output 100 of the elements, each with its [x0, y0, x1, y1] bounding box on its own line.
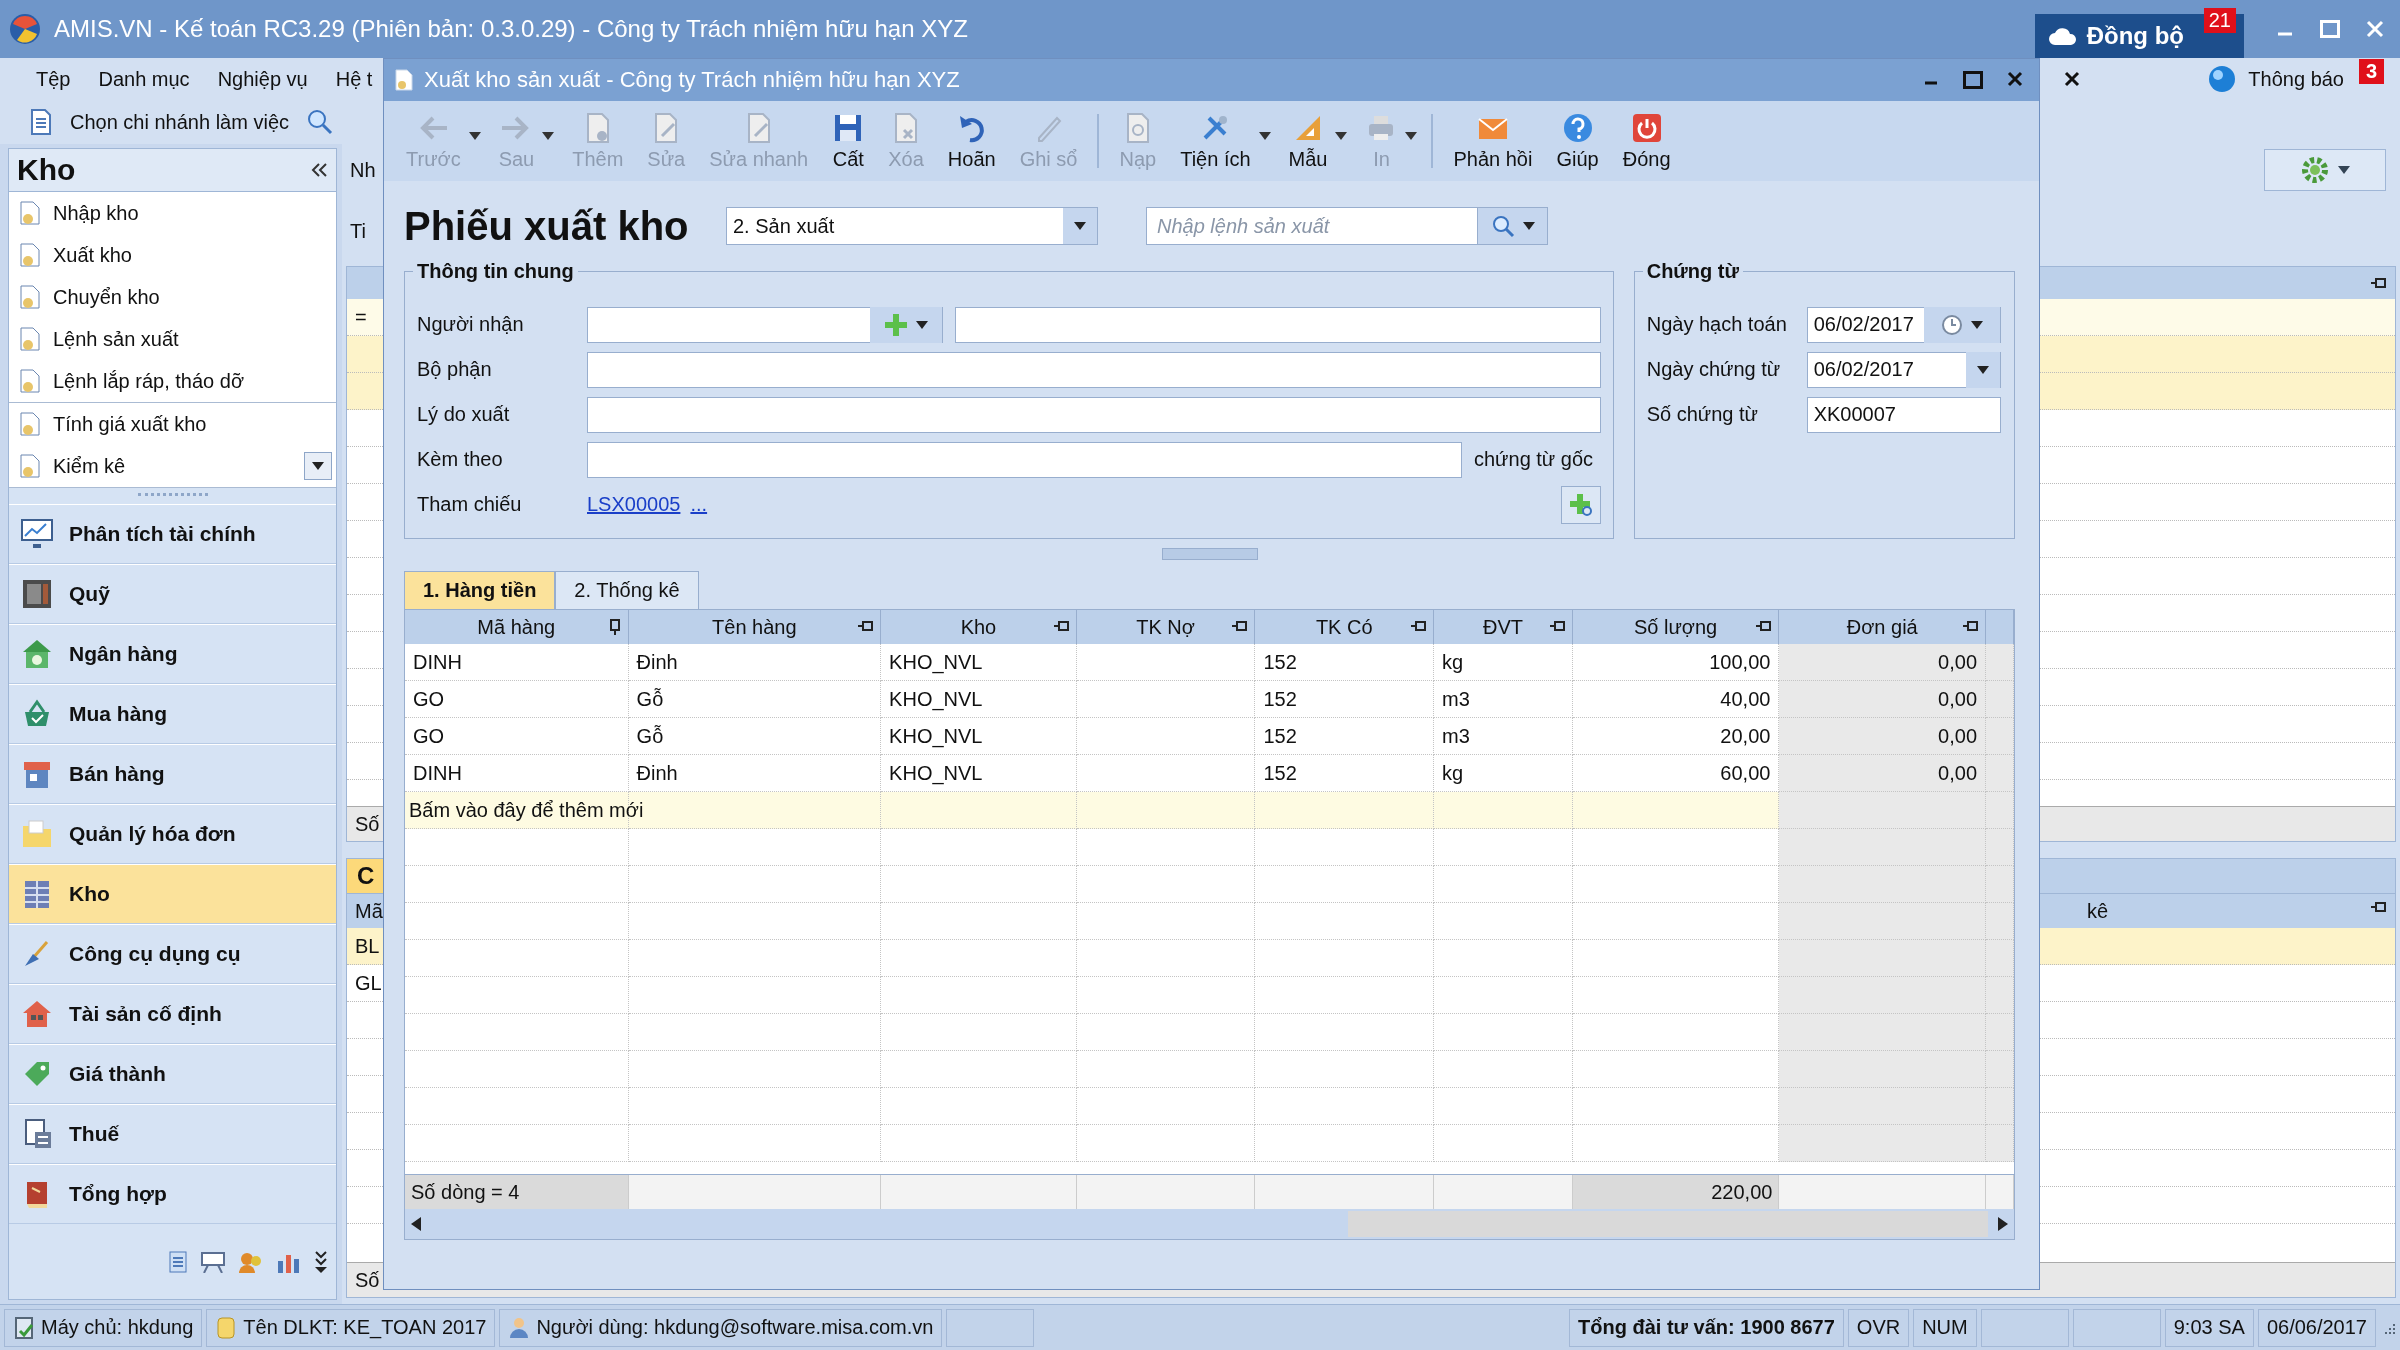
module-tab[interactable]: Thuế	[9, 1104, 336, 1164]
module-tab[interactable]: Tổng hợp	[9, 1164, 336, 1224]
notification-label[interactable]: Thông báo	[2248, 67, 2344, 91]
status-item: Người dùng: hkdung@software.misa.com.vn	[499, 1308, 943, 1347]
table-cell: GO	[405, 681, 629, 718]
field-label: Tham chiếu	[417, 493, 523, 516]
column-header[interactable]: TK Có	[1315, 615, 1373, 639]
tab[interactable]: 2. Thống kê	[555, 571, 699, 609]
toolbar-button[interactable]: Mẫu	[1276, 107, 1354, 175]
table-cell: Gỗ	[628, 718, 882, 755]
table-cell: Gỗ	[628, 681, 882, 718]
field-label: Ngày chứng từ	[1646, 358, 1782, 381]
sidebar-item[interactable]: Lệnh sản xuất	[53, 327, 336, 351]
module-tab[interactable]: Quỹ	[9, 564, 336, 624]
dialog-title: Xuất kho sản xuất - Công ty Trách nhiệm hữu hạn XYZ	[424, 67, 960, 93]
module-tab[interactable]: Giá thành	[9, 1044, 336, 1104]
field-suffix: chứng từ gốc	[1474, 448, 1594, 471]
menu-item[interactable]: Tệp	[36, 67, 71, 91]
table-cell: 0,00	[1779, 755, 1987, 792]
table-cell: KHO_NVL	[881, 681, 1077, 718]
sidebar-title: Kho	[17, 153, 76, 187]
branch-label[interactable]: Chọn chi nhánh làm việc	[70, 110, 289, 134]
status-indicator: OVR	[1847, 1308, 1910, 1347]
table-cell: 152	[1255, 681, 1435, 718]
column-header: Mã	[355, 899, 383, 923]
add-row-hint[interactable]: Bấm vào đây để thêm mới	[409, 799, 644, 822]
column-header[interactable]: ĐVT	[1482, 615, 1523, 639]
table-cell: m3	[1434, 681, 1573, 718]
field-label: Bộ phận	[417, 358, 493, 381]
module-tab[interactable]: Tài sản cố định	[9, 984, 336, 1044]
column-header[interactable]: Số lượng	[1634, 615, 1718, 639]
menu-item[interactable]: Nghiệp vụ	[217, 67, 308, 91]
panel-title: C	[347, 859, 385, 893]
module-tab[interactable]: Ngân hàng	[9, 624, 336, 684]
table-cell: m3	[1434, 718, 1573, 755]
voucher-title: Phiếu xuất kho	[404, 203, 690, 249]
column-header[interactable]: Kho	[960, 615, 997, 639]
toolbar-button[interactable]: Hoãn	[935, 107, 1008, 175]
tab[interactable]: 1. Hàng tiền	[404, 571, 556, 609]
field-label: Lý do xuất	[417, 403, 511, 426]
column-header[interactable]: TK Nợ	[1136, 615, 1195, 639]
sidebar-item[interactable]: Kiểm kê	[53, 454, 292, 478]
count-badge: 21	[2203, 8, 2236, 33]
table-cell: 0,00	[1779, 681, 1987, 718]
status-indicator: NUM	[1913, 1308, 1977, 1347]
table-cell: GO	[405, 718, 629, 755]
group-title: Chứng từ	[1642, 260, 1743, 283]
date-field[interactable]: 06/02/2017	[1806, 351, 2001, 388]
column-header[interactable]: Đơn giá	[1846, 615, 1918, 639]
field-label: Người nhận	[417, 313, 525, 336]
table-cell: Đinh	[628, 644, 882, 681]
window-title: AMIS.VN - Kế toán RC3.29 (Phiên bản: 0.3.0.29) - Công ty Trách nhiệm hữu hạn XYZ	[54, 15, 968, 43]
toolbar-button[interactable]: Giúp	[1544, 107, 1611, 175]
field-label: Kèm theo	[417, 448, 504, 471]
footer-label: Số	[355, 812, 380, 836]
module-tab[interactable]: Quản lý hóa đơn	[9, 804, 336, 864]
toolbar-button[interactable]: Đóng	[1610, 107, 1683, 175]
type-select[interactable]: 2. Sản xuất	[726, 207, 1098, 245]
table-cell: GL	[355, 971, 382, 995]
column-header[interactable]: Tên hàng	[712, 615, 797, 639]
sidebar-item[interactable]: Chuyển kho	[53, 285, 336, 309]
field-label: Số chứng từ	[1646, 403, 1759, 426]
sidebar-item[interactable]: Nhập kho	[53, 201, 336, 225]
field-label: Ngày hạch toán	[1646, 313, 1788, 336]
status-time: 9:03 SA	[2164, 1308, 2254, 1347]
status-item: Máy chủ: hkdung	[4, 1308, 203, 1347]
menu-item[interactable]: Hệ t	[335, 67, 373, 91]
filter-symbol: =	[355, 305, 367, 329]
count-badge: 3	[2358, 59, 2384, 84]
status-item: Tên DLKT: KE_TOAN 2017	[206, 1308, 496, 1347]
menu-item[interactable]: Danh mục	[98, 67, 190, 91]
module-tab[interactable]: Bán hàng	[9, 744, 336, 804]
toolbar-button[interactable]: Tiện ích	[1168, 107, 1277, 175]
sidebar-item[interactable]: Lệnh lắp ráp, tháo dỡ	[53, 369, 336, 393]
search-field[interactable]: Nhập lệnh sản xuất	[1146, 207, 1478, 245]
date-field[interactable]: 06/02/2017	[1806, 306, 2001, 343]
footer-cell: 220,00	[1572, 1175, 1780, 1209]
column-header[interactable]: Mã hàng	[477, 615, 556, 639]
more-link[interactable]: ...	[690, 493, 708, 516]
footer-label: Số	[355, 1268, 380, 1292]
column-header: kê	[2087, 899, 2109, 923]
field-label: Ti	[350, 219, 366, 243]
sidebar-item[interactable]: Xuất kho	[53, 243, 336, 267]
module-tab[interactable]: Phân tích tài chính	[9, 504, 336, 564]
module-tab[interactable]: Mua hàng	[9, 684, 336, 744]
table-cell: BL	[355, 934, 380, 958]
toolbar-button[interactable]: Phản hồi	[1441, 107, 1545, 175]
module-tab[interactable]: Công cụ dụng cụ	[9, 924, 336, 984]
table-cell: 152	[1255, 718, 1435, 755]
table-cell: KHO_NVL	[881, 718, 1077, 755]
module-tab[interactable]: Kho	[9, 864, 336, 924]
table-cell: 0,00	[1779, 718, 1987, 755]
toolbar-button[interactable]: Cất	[820, 107, 877, 175]
group-title: Thông tin chung	[413, 260, 578, 283]
table-cell: kg	[1434, 644, 1573, 681]
reference-link[interactable]: LSX00005	[587, 493, 681, 516]
tab-label[interactable]: Nh	[350, 158, 376, 182]
sidebar-item[interactable]: Tính giá xuất kho	[53, 412, 336, 436]
table-cell: DINH	[405, 644, 629, 681]
input-field[interactable]: XK00007	[1806, 396, 2001, 433]
